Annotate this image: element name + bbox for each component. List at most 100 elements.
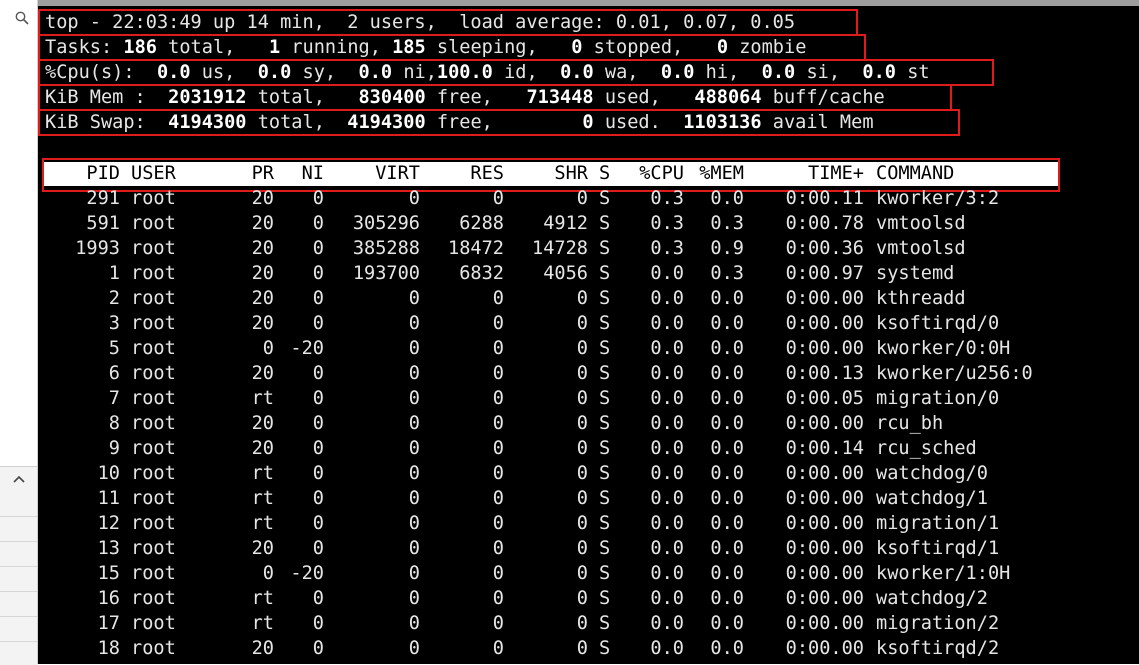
cell-cpu: 0.0: [650, 588, 684, 609]
cell-cpu: 0.0: [650, 438, 684, 459]
sidebar-search[interactable]: [0, 4, 37, 33]
cell-virt: 0: [408, 288, 420, 309]
cell-state: S: [599, 588, 611, 609]
cell-time: 0:00.00: [785, 563, 864, 584]
cell-pid: 7: [108, 388, 120, 409]
cell-command: kworker/0:0H: [876, 338, 1011, 359]
cell-shr: 0: [576, 638, 588, 659]
cell-time: 0:00.00: [785, 288, 864, 309]
cell-mem: 0.0: [710, 613, 744, 634]
cell-pr: rt: [251, 463, 274, 484]
cell-res: 0: [492, 288, 504, 309]
cell-res: 0: [492, 363, 504, 384]
cell-cpu: 0.0: [650, 363, 684, 384]
cell-pr: 20: [251, 413, 274, 434]
cell-state: S: [599, 363, 611, 384]
cell-time: 0:00.00: [785, 338, 864, 359]
cell-pr: 0: [262, 563, 274, 584]
cell-ni: -20: [290, 338, 324, 359]
table-row[interactable]: 5 root 0 -20 0 0 0 S 0.0 0.0 0:00.00 kworker/0:0H: [42, 336, 1136, 361]
cell-time: 0:00.05: [785, 388, 864, 409]
table-row[interactable]: 17 root rt 0 0 0 0 S 0.0 0.0 0:00.00 migration/2: [42, 611, 1136, 636]
cell-state: S: [599, 388, 611, 409]
cell-virt: 0: [408, 613, 420, 634]
cell-ni: 0: [312, 313, 324, 334]
cell-res: 0: [492, 513, 504, 534]
table-row[interactable]: 13 root 20 0 0 0 0 S 0.0 0.0 0:00.00 ksoftirqd/1: [42, 536, 1136, 561]
cell-state: S: [599, 413, 611, 434]
table-row[interactable]: 8 root 20 0 0 0 0 S 0.0 0.0 0:00.00 rcu_bh: [42, 411, 1136, 436]
table-row[interactable]: 9 root 20 0 0 0 0 S 0.0 0.0 0:00.14 rcu_sched: [42, 436, 1136, 461]
cell-command: rcu_sched: [876, 438, 977, 459]
cell-cpu: 0.3: [650, 188, 684, 209]
cell-shr: 0: [576, 613, 588, 634]
terminal-window[interactable]: top - 22:03:49 up 14 min, 2 users, load …: [38, 0, 1139, 664]
cell-command: ksoftirqd/1: [876, 538, 1000, 559]
table-row[interactable]: 2 root 20 0 0 0 0 S 0.0 0.0 0:00.00 kthreadd: [42, 286, 1136, 311]
table-row[interactable]: 7 root rt 0 0 0 0 S 0.0 0.0 0:00.05 migration/0: [42, 386, 1136, 411]
table-row[interactable]: 1 root 20 0 193700 6832 4056 S 0.0 0.3 0:00.97 syst…: [42, 261, 1136, 286]
sidebar-panel: [0, 32, 37, 464]
cell-ni: 0: [312, 463, 324, 484]
cell-pid: 5: [108, 338, 120, 359]
cell-mem: 0.0: [710, 563, 744, 584]
cell-pr: 20: [251, 288, 274, 309]
cell-virt: 0: [408, 413, 420, 434]
cell-pid: 2: [108, 288, 120, 309]
cell-shr: 0: [576, 588, 588, 609]
swap-highlight: [38, 109, 960, 136]
cell-user: root: [131, 438, 176, 459]
cell-ni: 0: [312, 638, 324, 659]
cell-cpu: 0.0: [650, 263, 684, 284]
cell-user: root: [131, 613, 176, 634]
terminal-top-bar: [38, 0, 1139, 6]
cell-time: 0:00.78: [785, 213, 864, 234]
scroll-up-button[interactable]: [0, 468, 37, 490]
table-row[interactable]: 16 root rt 0 0 0 0 S 0.0 0.0 0:00.00 watchdog/2: [42, 586, 1136, 611]
cell-state: S: [599, 188, 611, 209]
table-row[interactable]: 12 root rt 0 0 0 0 S 0.0 0.0 0:00.00 migration/1: [42, 511, 1136, 536]
cell-pr: 0: [262, 338, 274, 359]
table-row[interactable]: 10 root rt 0 0 0 0 S 0.0 0.0 0:00.00 watchdog/0: [42, 461, 1136, 486]
table-row[interactable]: 15 root 0 -20 0 0 0 S 0.0 0.0 0:00.00 kworker/1:0H: [42, 561, 1136, 586]
table-row[interactable]: 11 root rt 0 0 0 0 S 0.0 0.0 0:00.00 watchdog/1: [42, 486, 1136, 511]
cell-state: S: [599, 238, 611, 259]
cell-pr: 20: [251, 538, 274, 559]
cell-virt: 0: [408, 313, 420, 334]
search-icon[interactable]: [15, 11, 29, 25]
cell-cpu: 0.0: [650, 463, 684, 484]
cell-pid: 11: [97, 488, 120, 509]
table-row[interactable]: 3 root 20 0 0 0 0 S 0.0 0.0 0:00.00 ksoftirqd/0: [42, 311, 1136, 336]
cell-res: 0: [492, 488, 504, 509]
cell-shr: 0: [576, 338, 588, 359]
cell-res: 0: [492, 313, 504, 334]
cell-user: root: [131, 463, 176, 484]
cell-res: 0: [492, 588, 504, 609]
cell-pid: 291: [86, 188, 120, 209]
cell-shr: 0: [576, 538, 588, 559]
cell-pr: 20: [251, 313, 274, 334]
cell-command: kworker/u256:0: [876, 363, 1033, 384]
table-row[interactable]: 6 root 20 0 0 0 0 S 0.0 0.0 0:00.13 kworker/u256:0: [42, 361, 1136, 386]
cell-cpu: 0.0: [650, 513, 684, 534]
cell-shr: 0: [576, 388, 588, 409]
table-row[interactable]: 291 root 20 0 0 0 0 S 0.3 0.0 0:00.11 kworker/3:2: [42, 186, 1136, 211]
cell-pid: 18: [97, 638, 120, 659]
cell-res: 0: [492, 338, 504, 359]
cell-ni: 0: [312, 238, 324, 259]
cell-state: S: [599, 438, 611, 459]
cell-shr: 4056: [543, 263, 588, 284]
table-row[interactable]: 18 root 20 0 0 0 0 S 0.0 0.0 0:00.00 ksoftirqd/2: [42, 636, 1136, 661]
table-row[interactable]: 1993 root 20 0 385288 18472 14728 S 0.3 0.9 0:00.3…: [42, 236, 1136, 261]
cell-state: S: [599, 463, 611, 484]
cell-time: 0:00.00: [785, 488, 864, 509]
cell-virt: 0: [408, 338, 420, 359]
cell-user: root: [131, 638, 176, 659]
chevron-up-icon[interactable]: [12, 475, 25, 483]
cell-pid: 9: [108, 438, 120, 459]
cell-user: root: [131, 288, 176, 309]
list-divider: [0, 591, 37, 592]
cell-command: vmtoolsd: [876, 238, 966, 259]
table-row[interactable]: 591 root 20 0 305296 6288 4912 S 0.3 0.3 0:00.78 vm…: [42, 211, 1136, 236]
cell-res: 0: [492, 388, 504, 409]
